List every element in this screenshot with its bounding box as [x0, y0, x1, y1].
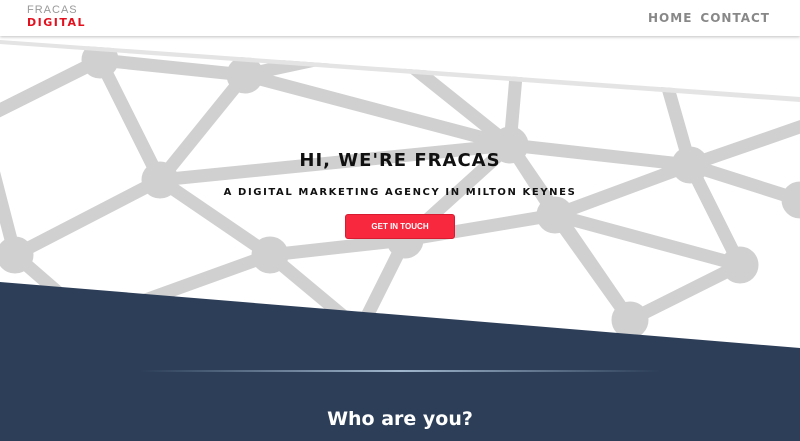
logo[interactable]: FRACAS DIGITAL: [27, 4, 87, 29]
get-in-touch-button[interactable]: GET IN TOUCH: [345, 214, 455, 239]
logo-text-top: FRACAS: [27, 4, 78, 16]
main-nav: HOME CONTACT: [648, 11, 770, 25]
network-node: [721, 246, 759, 284]
network-line: [93, 53, 252, 82]
nav-contact[interactable]: CONTACT: [700, 11, 770, 25]
network-node: [611, 301, 649, 339]
hero-subtitle: A DIGITAL MARKETING AGENCY IN MILTON KEY…: [223, 187, 577, 198]
network-node: [226, 56, 264, 94]
divider: [140, 370, 660, 372]
network-line: [263, 233, 412, 262]
logo-text-bottom: DIGITAL: [27, 16, 87, 29]
hero-title: HI, WE'RE FRACAS: [299, 150, 501, 171]
site-header: FRACAS DIGITAL HOME CONTACT: [0, 0, 800, 36]
network-node: [0, 236, 34, 274]
nav-home[interactable]: HOME: [648, 11, 692, 25]
section-heading: Who are you?: [327, 408, 473, 430]
network-node: [536, 196, 574, 234]
network-node: [251, 236, 289, 274]
